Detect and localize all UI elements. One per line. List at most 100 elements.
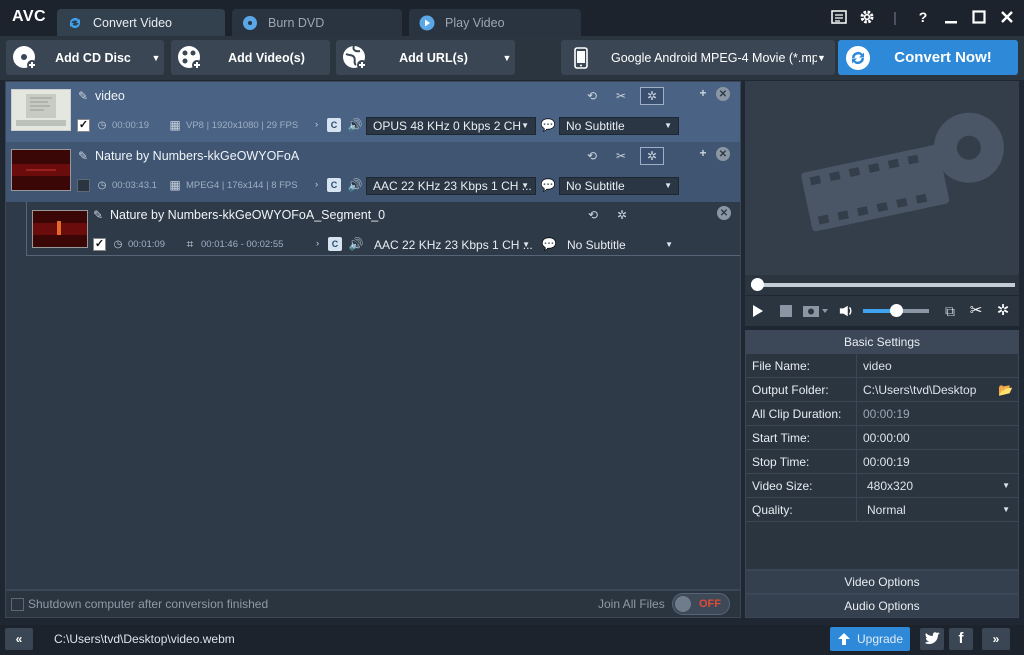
chevron-down-icon[interactable]: ▼ [148, 53, 164, 63]
shutdown-label: Shutdown computer after conversion finis… [28, 597, 269, 611]
shutdown-checkbox[interactable] [11, 598, 24, 611]
rotate-icon[interactable]: ⟲ [585, 89, 599, 103]
settings-header: Basic Settings [746, 331, 1018, 354]
tab-convert-video[interactable]: Convert Video [57, 9, 225, 36]
effects-wand-icon[interactable]: ✲ [615, 208, 629, 222]
file-row[interactable]: ✎ Nature by Numbers-kkGeOWYOFoA ◷ 00:03:… [6, 142, 740, 202]
list-footer: Shutdown computer after conversion finis… [5, 590, 741, 618]
audio-track-select[interactable]: OPUS 48 KHz 0 Kbps 2 CH ▼ [366, 117, 536, 135]
audio-track-select[interactable]: AAC 22 KHz 23 Kbps 1 CH ... ▼ [367, 236, 537, 254]
stop-icon[interactable] [779, 304, 793, 318]
video-size-select[interactable]: 480x320 ▼ [857, 474, 1018, 497]
add-cd-disc-button[interactable]: Add CD Disc ▼ [6, 40, 164, 75]
play-icon[interactable] [751, 304, 765, 318]
toolbar: Add CD Disc ▼ Add Video(s) Add URL(s) ▼ … [0, 36, 1024, 80]
video-size-value: 480x320 [867, 479, 914, 493]
upgrade-button[interactable]: Upgrade [830, 627, 910, 651]
segment-thumbnail[interactable] [32, 210, 88, 248]
quality-value: Normal [867, 503, 906, 517]
setting-key: Start Time: [746, 426, 857, 449]
upload-arrow-icon [837, 632, 851, 646]
chevron-right-icon[interactable]: › [316, 238, 319, 249]
edit-pencil-icon[interactable]: ✎ [76, 149, 90, 163]
volume-icon[interactable] [839, 304, 853, 318]
scissors-icon[interactable]: ✂ [614, 89, 628, 103]
segment-name[interactable]: Nature by Numbers-kkGeOWYOFoA_Segment_0 [110, 208, 385, 222]
start-time-field[interactable]: 00:00:00 [857, 426, 1018, 449]
seek-bar[interactable] [745, 275, 1019, 295]
chevron-down-icon[interactable]: ▼ [499, 53, 515, 63]
remove-file-icon[interactable]: ✕ [716, 147, 730, 161]
quality-select[interactable]: Normal ▼ [857, 498, 1018, 521]
video-thumbnail[interactable] [11, 89, 71, 131]
audio-track-value: AAC 22 KHz 23 Kbps 1 CH ... [374, 238, 533, 252]
video-options-button[interactable]: Video Options [745, 570, 1019, 594]
subtitle-select[interactable]: No Subtitle ▼ [560, 236, 680, 254]
maximize-icon[interactable] [970, 8, 988, 26]
file-duration: 00:00:19 [112, 120, 149, 131]
cd-add-icon [12, 45, 38, 71]
codec-c-icon[interactable]: C [327, 178, 341, 192]
output-folder-field[interactable]: C:\Users\tvd\Desktop 📂 [857, 378, 1018, 401]
output-profile-select[interactable]: Google Android MPEG-4 Movie (*.mp ▼ [561, 40, 835, 75]
codec-c-icon[interactable]: C [328, 237, 342, 251]
tab-label: Play Video [445, 15, 505, 30]
edit-pencil-icon[interactable]: ✎ [76, 89, 90, 103]
rotate-icon[interactable]: ⟲ [586, 208, 600, 222]
edit-pencil-icon[interactable]: ✎ [91, 208, 105, 222]
volume-handle[interactable] [890, 304, 903, 317]
join-toggle[interactable]: OFF [672, 593, 730, 615]
facebook-icon[interactable]: f [949, 628, 973, 650]
tab-burn-dvd[interactable]: Burn DVD [232, 9, 402, 36]
codec-c-icon[interactable]: C [327, 118, 341, 132]
audio-track-select[interactable]: AAC 22 KHz 23 Kbps 1 CH ... ▼ [366, 177, 536, 195]
effects-wand-icon[interactable]: ✲ [640, 147, 664, 165]
file-name-field[interactable]: video [857, 354, 1018, 377]
setting-row: Start Time: 00:00:00 [746, 426, 1018, 450]
clock-icon: ◷ [113, 238, 123, 250]
expand-right-button[interactable]: » [982, 628, 1010, 650]
setting-key: All Clip Duration: [746, 402, 857, 425]
folder-open-icon[interactable]: 📂 [998, 378, 1013, 402]
video-thumbnail[interactable] [11, 149, 71, 191]
subtitle-select[interactable]: No Subtitle ▼ [559, 177, 679, 195]
minimize-icon[interactable] [942, 8, 960, 26]
file-row[interactable]: ✎ video ✓ ◷ 00:00:19 ▦ VP8 | 1920x1080 |… [6, 82, 740, 142]
subtitle-select[interactable]: No Subtitle ▼ [559, 117, 679, 135]
add-urls-button[interactable]: Add URL(s) ▼ [336, 40, 515, 75]
menu-list-icon[interactable] [830, 8, 848, 26]
scissors-icon[interactable]: ✂ [614, 149, 628, 163]
effects-wand-icon[interactable]: ✲ [996, 302, 1010, 319]
pop-out-icon[interactable]: ⧉ [943, 303, 957, 319]
setting-row: Output Folder: C:\Users\tvd\Desktop 📂 [746, 378, 1018, 402]
gear-icon[interactable] [858, 8, 876, 26]
file-checkbox[interactable] [77, 179, 90, 192]
add-plus-icon[interactable]: + [696, 86, 710, 100]
audio-options-button[interactable]: Audio Options [745, 594, 1019, 618]
file-name[interactable]: Nature by Numbers-kkGeOWYOFoA [95, 149, 299, 163]
help-icon[interactable]: ? [914, 8, 932, 26]
file-name[interactable]: video [95, 89, 125, 103]
close-icon[interactable] [998, 8, 1016, 26]
remove-segment-icon[interactable]: ✕ [717, 206, 731, 220]
collapse-left-button[interactable]: « [5, 628, 33, 650]
scissors-icon[interactable]: ✂ [969, 302, 983, 319]
add-videos-label: Add Video(s) [228, 50, 305, 65]
stop-time-field[interactable]: 00:00:19 [857, 450, 1018, 473]
remove-file-icon[interactable]: ✕ [716, 87, 730, 101]
segment-checkbox[interactable]: ✓ [93, 238, 106, 251]
chevron-right-icon[interactable]: › [315, 119, 318, 130]
effects-wand-icon[interactable]: ✲ [640, 87, 664, 105]
add-plus-icon[interactable]: + [696, 146, 710, 160]
twitter-icon[interactable] [920, 628, 944, 650]
speaker-icon: 🔊 [347, 118, 363, 132]
add-videos-button[interactable]: Add Video(s) [171, 40, 330, 75]
chevron-right-icon[interactable]: › [315, 179, 318, 190]
snapshot-camera-icon[interactable] [803, 304, 829, 318]
tab-play-video[interactable]: Play Video [409, 9, 581, 36]
segment-row[interactable]: ✎ Nature by Numbers-kkGeOWYOFoA_Segment_… [26, 202, 740, 256]
seek-handle[interactable] [751, 278, 764, 291]
file-checkbox[interactable]: ✓ [77, 119, 90, 132]
rotate-icon[interactable]: ⟲ [585, 149, 599, 163]
convert-now-button[interactable]: Convert Now! [838, 40, 1018, 75]
